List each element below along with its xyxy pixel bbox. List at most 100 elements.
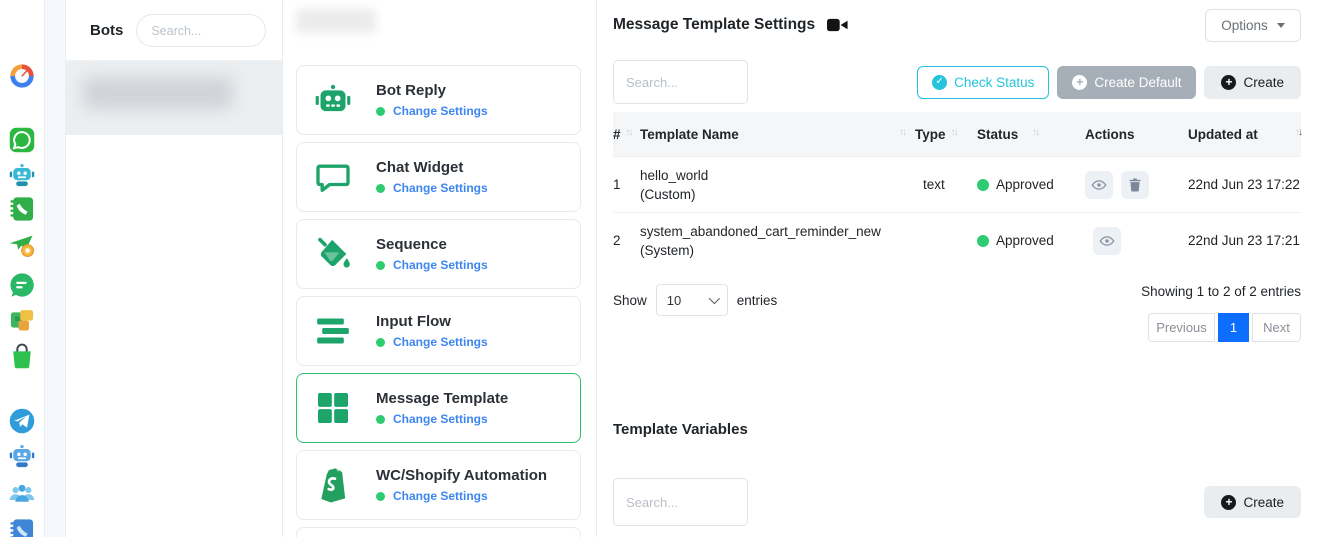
column-header-type[interactable]: Type↑↓ xyxy=(915,127,977,142)
template-name: hello_world xyxy=(640,166,915,185)
page-size-value: 10 xyxy=(667,293,681,308)
status-badge: Approved xyxy=(996,177,1054,192)
card-sequence[interactable]: Sequence Change Settings xyxy=(296,219,581,289)
status-dot xyxy=(376,415,385,424)
bot-reply-icon xyxy=(312,79,354,121)
card-title: Chat Widget xyxy=(376,159,488,176)
app-window: Bots Bot Reply Change Settings xyxy=(0,0,1317,537)
entries-label: entries xyxy=(737,293,778,308)
change-settings-link[interactable]: Change Settings xyxy=(393,258,488,272)
shop-bag-icon[interactable] xyxy=(8,342,36,370)
dashboard-icon[interactable] xyxy=(8,62,36,90)
column-header-template-name[interactable]: Template Name↑↓ xyxy=(640,127,915,142)
card-title: Message Template xyxy=(376,390,508,407)
message-template-settings-panel: Message Template Settings Options ✓ Chec… xyxy=(597,0,1317,537)
wc-shopify-icon xyxy=(312,464,354,506)
card-next-partial[interactable] xyxy=(296,527,581,537)
create-label: Create xyxy=(1243,75,1284,90)
options-button-label: Options xyxy=(1221,18,1268,33)
campaign-send-icon[interactable] xyxy=(8,231,36,259)
column-header-status[interactable]: Status↑↓ xyxy=(977,127,1085,142)
plus-circle-icon: + xyxy=(1221,75,1236,90)
settings-panel-title-redacted xyxy=(296,9,376,33)
video-tutorial-icon[interactable] xyxy=(827,18,848,32)
card-wc-shopify-automation[interactable]: WC/Shopify Automation Change Settings xyxy=(296,450,581,520)
page-1-button[interactable]: 1 xyxy=(1218,313,1249,342)
team-icon[interactable] xyxy=(8,479,36,507)
updated-at: 22nd Jun 23 17:22 xyxy=(1188,177,1301,192)
create-variable-button[interactable]: + Create xyxy=(1204,486,1301,518)
previous-page-button[interactable]: Previous xyxy=(1148,313,1215,342)
chat-widget-icon xyxy=(312,156,354,198)
sort-icon: ↑↓ xyxy=(899,127,905,138)
bots-search-input[interactable] xyxy=(136,14,266,47)
change-settings-link[interactable]: Change Settings xyxy=(393,335,488,349)
status-dot xyxy=(376,338,385,347)
sequence-icon xyxy=(312,233,354,275)
status-dot xyxy=(376,261,385,270)
sort-icon-active-desc: ↑↓ xyxy=(1295,127,1301,138)
table-row: 2 system_abandoned_cart_reminder_new (Sy… xyxy=(613,212,1301,268)
message-template-icon xyxy=(312,387,354,429)
updated-at: 22nd Jun 23 17:21 xyxy=(1188,233,1301,248)
change-settings-link[interactable]: Change Settings xyxy=(393,412,488,426)
change-settings-link[interactable]: Change Settings xyxy=(393,489,488,503)
change-settings-link[interactable]: Change Settings xyxy=(393,181,488,195)
plus-circle-icon: + xyxy=(1072,75,1087,90)
next-page-button[interactable]: Next xyxy=(1252,313,1301,342)
check-circle-icon: ✓ xyxy=(932,75,947,90)
chevron-down-icon xyxy=(1277,23,1285,28)
chevron-down-icon xyxy=(709,293,720,304)
check-status-label: Check Status xyxy=(954,75,1034,90)
view-template-button[interactable] xyxy=(1093,227,1121,255)
card-title: Bot Reply xyxy=(376,82,488,99)
template-type: text xyxy=(915,177,977,192)
bot-name-redacted xyxy=(83,77,233,109)
view-template-button[interactable] xyxy=(1085,171,1113,199)
table-header-row: #↑↓ Template Name↑↓ Type↑↓ Status↑↓ Acti… xyxy=(613,112,1301,156)
change-settings-link[interactable]: Change Settings xyxy=(393,104,488,118)
card-title: Input Flow xyxy=(376,313,488,330)
pagination: Previous 1 Next xyxy=(1148,313,1301,342)
bot-blue-icon[interactable] xyxy=(8,442,36,470)
card-chat-widget[interactable]: Chat Widget Change Settings xyxy=(296,142,581,212)
bot-list-item-selected[interactable] xyxy=(66,61,282,135)
page-size-select[interactable]: 10 xyxy=(656,284,728,316)
create-variable-label: Create xyxy=(1243,495,1284,510)
template-name-sub: (System) xyxy=(640,241,915,260)
column-header-num[interactable]: #↑↓ xyxy=(613,127,640,142)
chat-green-icon[interactable] xyxy=(8,271,36,299)
contacts-blue-icon[interactable] xyxy=(8,517,36,537)
options-button[interactable]: Options xyxy=(1205,9,1301,42)
column-header-updated-at[interactable]: Updated at↑↓ xyxy=(1188,127,1301,142)
card-message-template[interactable]: Message Template Change Settings xyxy=(296,373,581,443)
card-input-flow[interactable]: Input Flow Change Settings xyxy=(296,296,581,366)
template-variables-search-input[interactable] xyxy=(613,478,748,526)
approved-status-dot xyxy=(977,235,989,247)
bot-settings-panel: Bot Reply Change Settings Chat Widget Ch… xyxy=(283,0,597,537)
delete-template-button[interactable] xyxy=(1121,171,1149,199)
telegram-icon[interactable] xyxy=(8,407,36,435)
bots-panel-title: Bots xyxy=(90,22,123,39)
whatsapp-icon[interactable] xyxy=(8,126,36,154)
template-name: system_abandoned_cart_reminder_new xyxy=(640,222,915,241)
card-title: WC/Shopify Automation xyxy=(376,467,547,484)
integrations-icon[interactable] xyxy=(8,306,36,334)
template-name-sub: (Custom) xyxy=(640,185,915,204)
contacts-green-icon[interactable] xyxy=(8,195,36,223)
create-button[interactable]: + Create xyxy=(1204,66,1301,99)
approved-status-dot xyxy=(977,179,989,191)
bots-panel: Bots xyxy=(66,0,283,537)
check-status-button[interactable]: ✓ Check Status xyxy=(917,66,1049,99)
create-default-button[interactable]: + Create Default xyxy=(1057,66,1196,99)
status-dot xyxy=(376,184,385,193)
sort-icon: ↑↓ xyxy=(951,127,957,138)
status-badge: Approved xyxy=(996,233,1054,248)
card-bot-reply[interactable]: Bot Reply Change Settings xyxy=(296,65,581,135)
bot-icon[interactable] xyxy=(8,161,36,189)
status-dot xyxy=(376,492,385,501)
column-header-actions: Actions xyxy=(1085,127,1188,142)
template-variables-title: Template Variables xyxy=(613,421,1301,438)
rail-divider-strip xyxy=(44,0,66,537)
template-search-input[interactable] xyxy=(613,60,748,104)
